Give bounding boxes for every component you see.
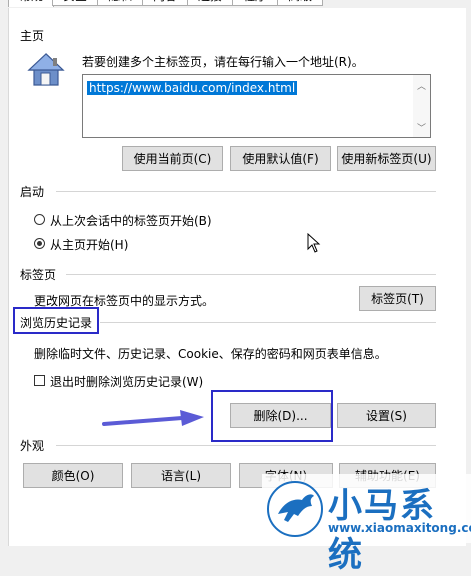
homepage-section-title: 主页 (20, 29, 45, 43)
homepage-url-text: https://www.baidu.com/index.html (87, 81, 298, 95)
divider (56, 445, 436, 446)
tabs-settings-button[interactable]: 标签页(T) (359, 286, 436, 311)
mouse-cursor-icon (307, 232, 321, 256)
textarea-scrollbar[interactable]: ︿ ﹀ (413, 75, 430, 137)
appearance-section-title: 外观 (20, 439, 45, 453)
tab-content[interactable]: 内容 (142, 0, 188, 6)
tab-label: 安全 (63, 0, 87, 3)
tabs-section-title: 标签页 (20, 268, 57, 282)
scroll-down-icon[interactable]: ﹀ (417, 121, 426, 134)
scroll-up-icon[interactable]: ︿ (417, 79, 426, 92)
divider (100, 322, 436, 323)
radio-homepage[interactable] (34, 238, 45, 249)
languages-button[interactable]: 语言(L) (131, 463, 231, 488)
tab-advanced[interactable]: 高级 (277, 0, 323, 6)
watermark-url: www.xiaomaxitong.com (328, 521, 471, 535)
tab-label: 常规 (19, 0, 43, 3)
divider (66, 274, 436, 275)
homepage-instruction: 若要创建多个主标签页，请在每行输入一个地址(R)。 (82, 55, 364, 69)
radio-last-session[interactable] (34, 214, 45, 225)
homepage-url-textarea[interactable]: https://www.baidu.com/index.html ︿ ﹀ (82, 74, 431, 138)
use-current-button[interactable]: 使用当前页(C) (122, 146, 223, 171)
use-new-tab-button[interactable]: 使用新标签页(U) (337, 146, 436, 171)
history-description: 删除临时文件、历史记录、Cookie、保存的密码和网页表单信息。 (34, 347, 387, 361)
radio-homepage-label: 从主页开始(H) (50, 238, 129, 252)
delete-on-exit-checkbox[interactable] (34, 375, 45, 386)
tab-programs[interactable]: 程序 (232, 0, 278, 6)
history-section-title: 浏览历史记录 (20, 316, 93, 330)
tab-label: 连接 (198, 0, 222, 3)
history-settings-button[interactable]: 设置(S) (337, 403, 436, 428)
colors-button[interactable]: 颜色(O) (23, 463, 123, 488)
tab-strip: 常规 安全 隐私 内容 连接 程序 高级 (0, 0, 471, 8)
startup-section-title: 启动 (20, 185, 45, 199)
delete-history-button[interactable]: 删除(D)... (230, 403, 331, 428)
watermark: 小马系统 www.xiaomaxitong.com (262, 474, 471, 575)
radio-last-session-label: 从上次会话中的标签页开始(B) (50, 214, 212, 228)
tab-security[interactable]: 安全 (52, 0, 98, 6)
tab-label: 隐私 (108, 0, 132, 3)
use-default-button[interactable]: 使用默认值(F) (230, 146, 331, 171)
annotation-arrow-icon (100, 406, 210, 433)
tab-label: 内容 (153, 0, 177, 3)
tab-general[interactable]: 常规 (8, 0, 54, 7)
tab-label: 高级 (288, 0, 312, 3)
horse-logo-icon (266, 480, 324, 541)
divider (56, 191, 436, 192)
tab-privacy[interactable]: 隐私 (97, 0, 143, 6)
tab-connections[interactable]: 连接 (187, 0, 233, 6)
house-icon (26, 52, 66, 88)
tab-label: 程序 (243, 0, 267, 3)
delete-on-exit-label: 退出时删除浏览历史记录(W) (50, 375, 204, 389)
